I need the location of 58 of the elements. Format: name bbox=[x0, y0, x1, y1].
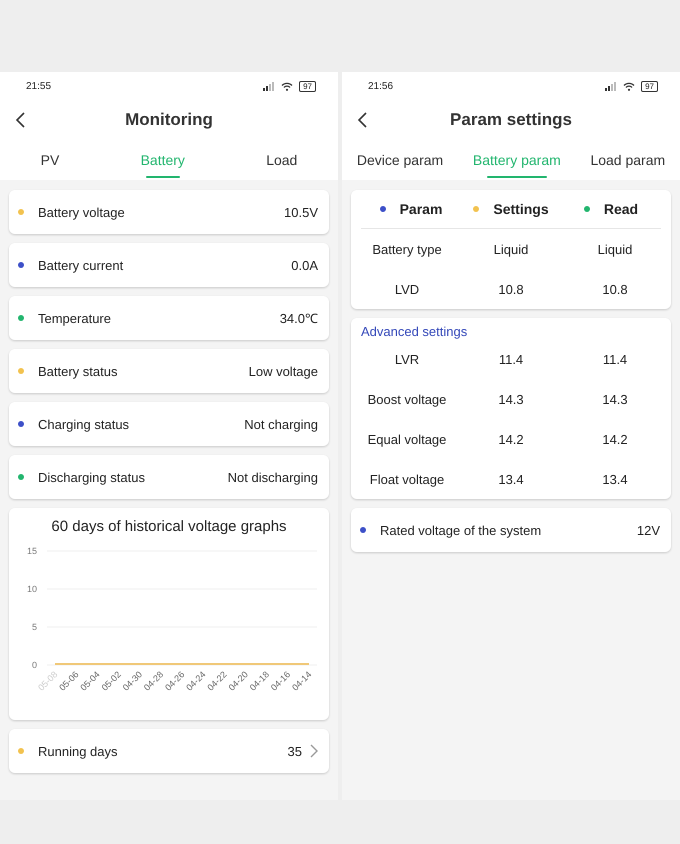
param-name: LVD bbox=[394, 282, 420, 296]
row-value: 12V bbox=[636, 522, 660, 538]
read-value: 11.4 bbox=[602, 352, 628, 366]
row-value: 10.5V bbox=[284, 204, 318, 220]
y-tick-label: 10 bbox=[26, 584, 37, 594]
row-label: Battery status bbox=[38, 364, 118, 378]
param-name: Float voltage bbox=[368, 472, 446, 486]
read-value: 10.8 bbox=[601, 282, 629, 296]
wifi-icon bbox=[623, 82, 636, 90]
read-value: Liquid bbox=[596, 242, 634, 256]
tab[interactable]: Load bbox=[260, 140, 304, 180]
tab[interactable]: Load param bbox=[584, 140, 672, 180]
param-name: Battery type bbox=[371, 242, 443, 256]
chevron-right-icon[interactable] bbox=[310, 744, 318, 758]
signal-icon bbox=[263, 82, 276, 90]
row-value: 35 bbox=[288, 744, 302, 758]
status-time: 21:56 bbox=[368, 80, 394, 92]
column-header: Settings bbox=[493, 201, 549, 217]
section-title: Advanced settings bbox=[360, 323, 468, 339]
row-value: Not charging bbox=[244, 416, 318, 432]
param-name: LVR bbox=[394, 352, 420, 366]
setting-value: 14.2 bbox=[497, 432, 525, 446]
row-value: 34.0℃ bbox=[280, 310, 318, 327]
signal-icon bbox=[605, 82, 618, 90]
setting-value: Liquid bbox=[492, 242, 530, 256]
tab[interactable]: PV bbox=[34, 140, 66, 180]
setting-value: 11.4 bbox=[498, 352, 524, 366]
row-value: Not discharging bbox=[228, 470, 318, 484]
y-tick-label: 15 bbox=[26, 546, 37, 556]
wifi-icon bbox=[281, 82, 294, 90]
param-name: Boost voltage bbox=[366, 392, 448, 406]
row-label: Rated voltage of the system bbox=[380, 522, 542, 538]
column-header: Param bbox=[400, 201, 442, 217]
row-label: Discharging status bbox=[38, 470, 146, 484]
column-header: Read bbox=[604, 201, 638, 217]
screen-title: Param settings bbox=[450, 110, 572, 130]
row-label: Charging status bbox=[38, 416, 130, 432]
row-label: Temperature bbox=[38, 310, 112, 326]
chart-title: 60 days of historical voltage graphs bbox=[50, 518, 288, 535]
setting-value: 13.4 bbox=[497, 472, 525, 486]
screen-title: Monitoring bbox=[125, 110, 213, 130]
setting-value: 14.3 bbox=[497, 392, 525, 406]
status-time: 21:55 bbox=[26, 80, 52, 92]
row-value: Low voltage bbox=[248, 364, 318, 378]
tab[interactable]: Device param bbox=[350, 140, 450, 180]
param-name: Equal voltage bbox=[366, 432, 448, 446]
y-tick-label: 5 bbox=[32, 622, 37, 632]
row-label: Battery current bbox=[38, 258, 124, 272]
read-value: 14.2 bbox=[601, 432, 629, 446]
battery-indicator: 97 bbox=[641, 80, 658, 92]
read-value: 13.4 bbox=[601, 472, 629, 486]
setting-value: 10.8 bbox=[497, 282, 525, 296]
battery-indicator: 97 bbox=[299, 80, 316, 92]
row-value: 0.0A bbox=[291, 258, 318, 272]
row-label: Running days bbox=[38, 744, 118, 758]
y-tick-label: 0 bbox=[32, 660, 37, 670]
row-label: Battery voltage bbox=[38, 204, 126, 220]
read-value: 14.3 bbox=[601, 392, 629, 406]
